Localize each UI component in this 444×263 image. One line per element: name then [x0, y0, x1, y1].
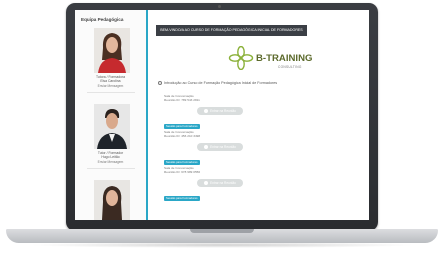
webcam	[218, 5, 221, 8]
main-content: BEM-VINDO/A AO CURSO DE FORMAÇÃO PEDAGÓG…	[148, 10, 369, 220]
session-tag: Sessão para Formadores	[164, 196, 200, 201]
send-message-link[interactable]: Enviar Mensagem	[75, 160, 146, 164]
laptop-opening-notch	[190, 229, 254, 233]
meeting-id: Reunião ID: 789 543 2811	[164, 98, 200, 102]
video-icon	[204, 108, 209, 113]
avatar	[94, 104, 130, 149]
join-meeting-button[interactable]: Entrar na Reunião	[197, 107, 243, 115]
course-title-banner: BEM-VINDO/A AO CURSO DE FORMAÇÃO PEDAGÓG…	[156, 25, 307, 36]
divider	[87, 92, 135, 93]
join-meeting-button[interactable]: Entrar na Reunião	[197, 143, 243, 151]
session-tag: Sessão para Formadores	[164, 160, 200, 165]
video-icon	[204, 180, 209, 185]
video-icon	[204, 144, 209, 149]
brand-subtitle: CONSULTING	[278, 65, 302, 69]
b-training-logo-icon	[228, 46, 254, 70]
meeting-id: Reunião ID: 678 989 0556	[164, 170, 201, 174]
sidebar-title: Equipa Pedagógica	[81, 17, 124, 22]
avatar	[94, 180, 130, 220]
session-tag: Sessão para Formadores	[164, 124, 200, 129]
join-meeting-label: Entrar na Reunião	[210, 181, 236, 185]
divider	[87, 168, 135, 169]
laptop-screen: Equipa Pedagógica Tutora / Formadora Els…	[75, 10, 369, 220]
meeting-id: Reunião ID: 456 210 3498	[164, 134, 201, 138]
join-meeting-label: Entrar na Reunião	[210, 109, 236, 113]
person-name: Elsa Carolina	[100, 79, 121, 83]
join-meeting-label: Entrar na Reunião	[210, 145, 236, 149]
check-circle-icon	[158, 81, 162, 85]
course-intro-link[interactable]: Introdução ao Curso de Formação Pedagógi…	[164, 81, 277, 85]
send-message-link[interactable]: Enviar Mensagem	[75, 84, 146, 88]
sidebar: Equipa Pedagógica Tutora / Formadora Els…	[75, 10, 147, 220]
avatar	[94, 28, 130, 73]
join-meeting-button[interactable]: Entrar na Reunião	[197, 179, 243, 187]
person-name: Hugo Leitão	[101, 155, 120, 159]
brand-name: B-TRAINING	[256, 53, 313, 64]
